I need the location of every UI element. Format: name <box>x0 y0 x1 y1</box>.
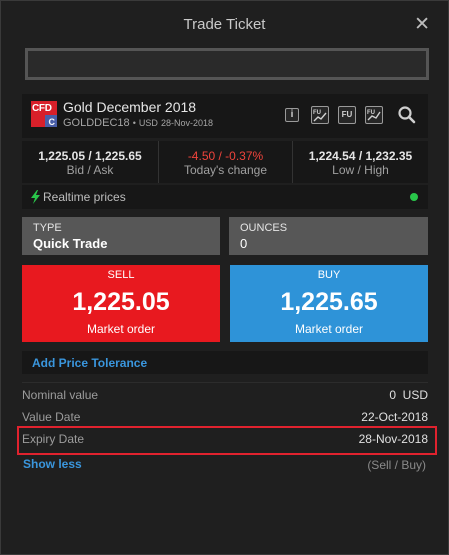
cfd-badge-text: CFD <box>32 103 52 114</box>
buy-button[interactable]: BUY 1,225.65 Market order <box>230 265 428 342</box>
ounces-value: 0 <box>240 236 248 251</box>
info-icon[interactable]: i <box>285 108 299 122</box>
add-price-tolerance-label: Add Price Tolerance <box>32 356 148 370</box>
buy-label: BUY <box>317 269 341 281</box>
title-bar: Trade Ticket ✕ <box>1 1 448 45</box>
low-high-column: 1,224.54 / 1,232.35 Low / High <box>293 141 428 183</box>
bid-ask-value: 1,225.05 / 1,225.65 <box>38 149 142 163</box>
connection-status-indicator <box>410 193 418 201</box>
fu-chart-alt-icon[interactable]: FU <box>365 106 383 124</box>
instrument-symbol: GOLDDEC18 <box>63 117 130 129</box>
bid-ask-column: 1,225.05 / 1,225.65 Bid / Ask <box>22 141 158 183</box>
order-type-label: TYPE <box>33 222 62 234</box>
subtitle-separator: • <box>132 118 136 128</box>
svg-text:FU: FU <box>313 110 321 116</box>
nominal-value: 0 USD <box>389 388 428 402</box>
instrument-subtitle: GOLDDEC18 • USD 28-Nov-2018 <box>63 117 213 129</box>
value-date: 22-Oct-2018 <box>361 410 428 424</box>
sell-buy-note: (Sell / Buy) <box>367 458 426 472</box>
svg-text:FU: FU <box>367 110 375 116</box>
sell-order-type: Market order <box>86 322 156 336</box>
divider <box>22 382 428 383</box>
order-type-selector[interactable]: TYPE Quick Trade <box>22 217 220 255</box>
search-icon[interactable] <box>397 105 417 125</box>
fu-chart-icon[interactable]: FU <box>311 106 329 124</box>
buy-price: 1,225.65 <box>280 288 378 316</box>
close-icon[interactable]: ✕ <box>414 13 430 36</box>
instrument-currency: USD <box>138 118 158 128</box>
instrument-search-input[interactable] <box>25 48 429 80</box>
cfd-badge-icon: CFD C <box>31 101 57 127</box>
realtime-label: Realtime prices <box>43 190 126 204</box>
lightning-icon <box>31 190 40 204</box>
value-date-label: Value Date <box>22 410 81 424</box>
add-price-tolerance-link[interactable]: Add Price Tolerance <box>22 351 428 374</box>
instrument-header: CFD C Gold December 2018 GOLDDEC18 • USD… <box>22 94 428 138</box>
window-title: Trade Ticket <box>183 16 266 33</box>
fu-icon[interactable]: FU <box>338 106 356 124</box>
nominal-value-row: Nominal value 0 USD <box>22 385 428 405</box>
price-summary: 1,225.05 / 1,225.65 Bid / Ask -4.50 / -0… <box>22 141 428 183</box>
instrument-name: Gold December 2018 <box>63 99 197 115</box>
ounces-field[interactable]: OUNCES 0 <box>229 217 428 255</box>
change-value: -4.50 / -0.37% <box>187 149 264 163</box>
buy-order-type: Market order <box>294 322 364 336</box>
nominal-value-label: Nominal value <box>22 388 99 402</box>
change-column: -4.50 / -0.37% Today's change <box>159 141 292 183</box>
bid-ask-label: Bid / Ask <box>66 163 114 177</box>
instrument-expiry: 28-Nov-2018 <box>161 118 214 128</box>
low-high-value: 1,224.54 / 1,232.35 <box>308 149 413 163</box>
sell-button[interactable]: SELL 1,225.05 Market order <box>22 265 220 342</box>
change-label: Today's change <box>183 163 267 177</box>
trade-ticket-window: Trade Ticket ✕ CFD C Gold December 2018 … <box>0 0 449 555</box>
order-type-value: Quick Trade <box>33 236 108 251</box>
expiry-date-highlight <box>17 426 437 455</box>
value-date-row: Value Date 22-Oct-2018 <box>22 407 428 427</box>
show-less-link[interactable]: Show less <box>23 457 82 471</box>
ounces-label: OUNCES <box>240 222 288 234</box>
low-high-label: Low / High <box>332 163 389 177</box>
sell-price: 1,225.05 <box>72 288 170 316</box>
realtime-status-bar: Realtime prices <box>22 185 428 209</box>
sell-label: SELL <box>107 269 135 281</box>
cfd-badge-corner: C <box>48 117 56 127</box>
